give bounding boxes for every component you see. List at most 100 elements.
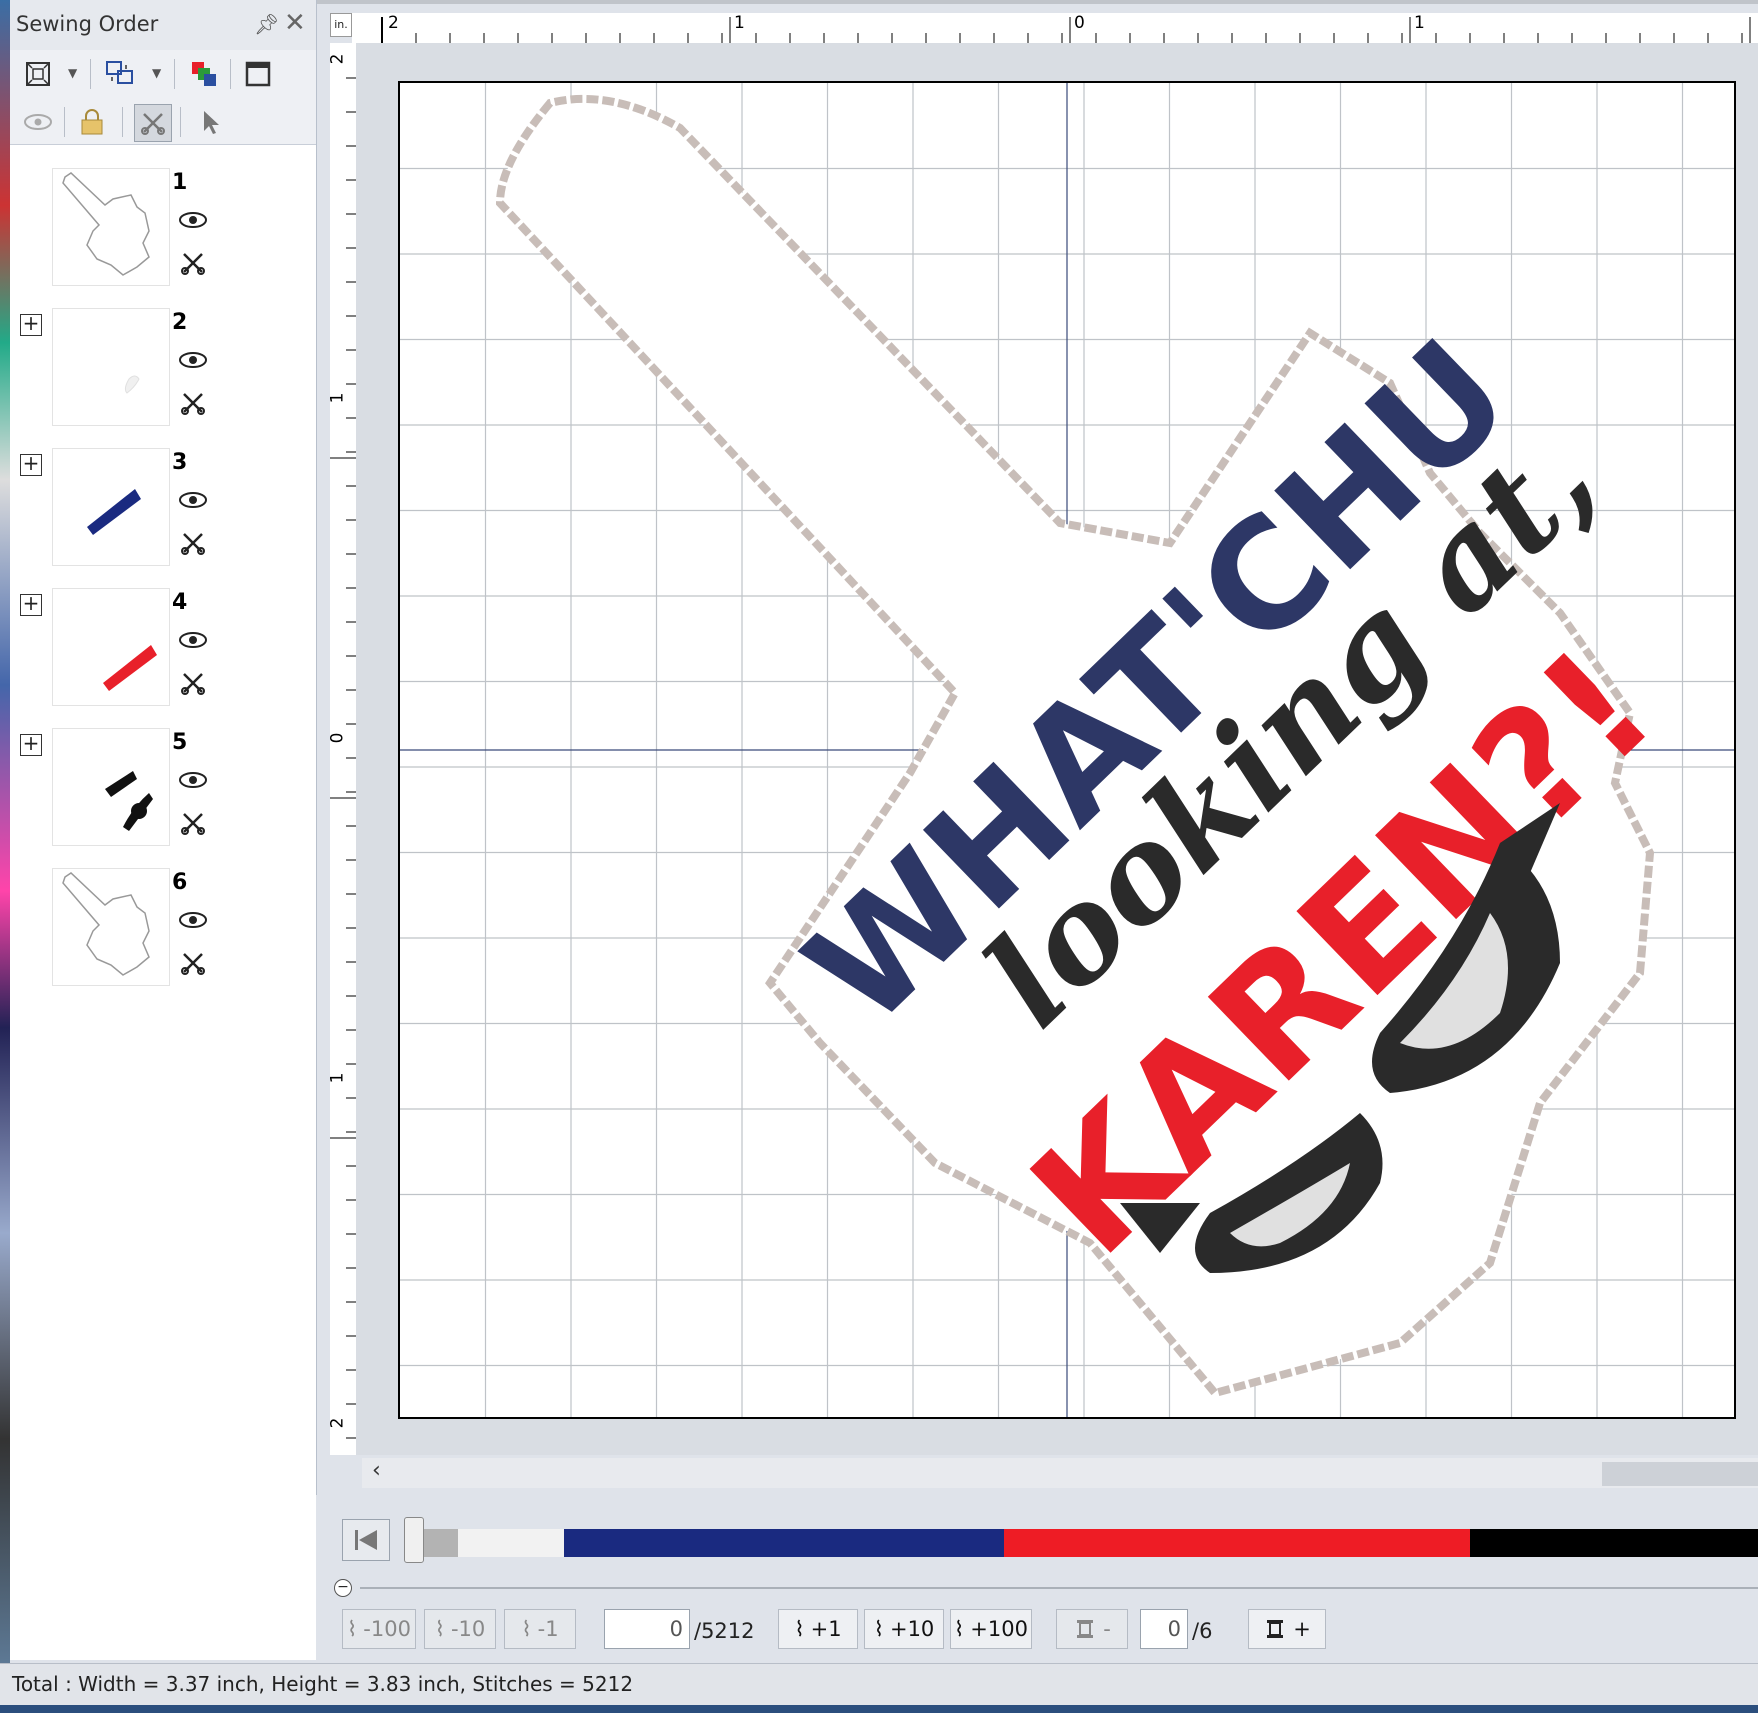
fit-view-icon (26, 62, 50, 86)
desktop-edge (0, 0, 10, 1713)
ruler-label: 2 (327, 1417, 348, 1429)
color-number-input[interactable]: 0 (1140, 1609, 1188, 1649)
group-button[interactable] (102, 56, 138, 92)
taskbar-edge (0, 1705, 1758, 1713)
previous-color-button[interactable]: - (1056, 1609, 1128, 1649)
forward-100-button[interactable]: ⌇ +100 (950, 1609, 1032, 1649)
stitch-number-input[interactable]: 0 (604, 1609, 690, 1649)
stitch-slider-handle[interactable] (404, 1517, 424, 1563)
fit-view-button[interactable] (20, 56, 56, 92)
eye-icon[interactable] (178, 910, 208, 930)
eye-icon[interactable] (178, 630, 208, 650)
scroll-thumb[interactable] (1602, 1462, 1758, 1486)
trim-button[interactable] (134, 104, 172, 142)
group-icon (106, 61, 133, 84)
ruler-top: 2 1 0 1 (352, 13, 1758, 44)
scissors-icon (141, 113, 165, 135)
stitch-total: /5212 (694, 1619, 755, 1643)
eye-icon (24, 114, 52, 130)
sewing-item-2[interactable]: + 2 (10, 300, 316, 440)
ruler-label: 0 (1074, 13, 1085, 33)
spool-icon (1267, 1620, 1284, 1638)
sewing-item-4[interactable]: + 4 (10, 580, 316, 720)
item-thumbnail (52, 448, 170, 566)
ruler-label: 1 (327, 1072, 348, 1084)
needle-icon: ⌇ (954, 1617, 965, 1641)
scissors-icon[interactable] (180, 530, 206, 556)
expand-icon[interactable]: + (20, 313, 42, 336)
panel-title: Sewing Order (16, 12, 159, 36)
back-1-button[interactable]: ⌇ -1 (504, 1609, 576, 1649)
design-preview: WHAT'CHU looking at, KAREN?! (400, 83, 1734, 1417)
status-text: Total : Width = 3.37 inch, Height = 3.83… (12, 1672, 634, 1696)
expand-icon[interactable]: + (20, 593, 42, 616)
hoop-area[interactable]: WHAT'CHU looking at, KAREN?! (398, 81, 1736, 1419)
eye-icon[interactable] (178, 770, 208, 790)
scissors-icon[interactable] (180, 950, 206, 976)
go-to-start-button[interactable] (342, 1519, 390, 1561)
slider-track (360, 1587, 1758, 1589)
thread-color-segment (1470, 1529, 1758, 1557)
ruler-unit: in. (330, 13, 352, 37)
horizontal-scrollbar[interactable]: ‹ (362, 1458, 1758, 1488)
scissors-icon[interactable] (180, 250, 206, 276)
fit-view-dropdown-icon[interactable]: ▼ (68, 66, 77, 80)
expand-icon[interactable]: + (20, 733, 42, 756)
stitch-player: − ⌇ -100 ⌇ -10 ⌇ -1 0 /5212 ⌇ +1 ⌇ +10 ⌇ +100 … (316, 1495, 1758, 1663)
spool-icon (1077, 1620, 1094, 1638)
scissors-icon[interactable] (180, 670, 206, 696)
item-thumbnail (52, 728, 170, 846)
panel-toolbar-1: ▼ ▼ (10, 50, 316, 98)
expand-icon[interactable]: + (20, 453, 42, 476)
panel-header: Sewing Order 📌︎ ✕ (10, 0, 316, 51)
group-dropdown-icon[interactable]: ▼ (152, 66, 161, 80)
sewing-item-3[interactable]: + 3 (10, 440, 316, 580)
forward-1-button[interactable]: ⌇ +1 (778, 1609, 858, 1649)
ruler-label: 1 (734, 13, 745, 33)
scissors-icon[interactable] (180, 390, 206, 416)
next-color-button[interactable]: + (1248, 1609, 1326, 1649)
collapse-icon[interactable]: − (334, 1579, 352, 1597)
thread-color-segment (420, 1529, 458, 1557)
close-icon[interactable]: ✕ (284, 8, 306, 38)
item-thumbnail (52, 868, 170, 986)
frame-icon (245, 61, 271, 87)
item-number: 3 (172, 450, 188, 475)
skip-start-icon (355, 1530, 377, 1550)
color-layers-icon (192, 62, 216, 86)
window-top-edge (316, 0, 1758, 4)
ruler-label: 2 (327, 53, 348, 65)
eye-icon[interactable] (178, 210, 208, 230)
pin-icon[interactable]: 📌︎ (254, 12, 279, 36)
eye-icon[interactable] (178, 490, 208, 510)
frame-button[interactable] (240, 56, 276, 92)
color-sort-button[interactable] (186, 56, 222, 92)
back-100-button[interactable]: ⌇ -100 (342, 1609, 416, 1649)
back-10-button[interactable]: ⌇ -10 (424, 1609, 496, 1649)
forward-10-button[interactable]: ⌇ +10 (864, 1609, 944, 1649)
sewing-item-6[interactable]: 6 (10, 860, 316, 1000)
item-number: 1 (172, 170, 188, 195)
ruler-label: 1 (1414, 13, 1425, 33)
item-thumbnail (52, 308, 170, 426)
pointer-icon (204, 111, 219, 134)
ruler-label: 0 (327, 732, 348, 744)
thread-color-bar[interactable] (420, 1529, 1758, 1557)
sewing-item-5[interactable]: + 5 (10, 720, 316, 860)
ruler-left: 2 1 0 1 2 (327, 43, 357, 1455)
visibility-button[interactable] (20, 104, 56, 140)
scroll-left-icon[interactable]: ‹ (372, 1458, 381, 1483)
color-total: /6 (1192, 1619, 1213, 1643)
thread-color-segment (564, 1529, 1004, 1557)
scissors-icon[interactable] (180, 810, 206, 836)
thread-color-segment (1004, 1529, 1470, 1557)
sewing-item-1[interactable]: 1 (10, 160, 316, 300)
needle-icon: ⌇ (794, 1617, 805, 1641)
lock-button[interactable] (74, 104, 110, 140)
eye-icon[interactable] (178, 350, 208, 370)
status-bar: Total : Width = 3.37 inch, Height = 3.83… (0, 1663, 1758, 1706)
item-number: 6 (172, 870, 188, 895)
ruler-label: 2 (388, 13, 399, 33)
select-button[interactable] (192, 104, 228, 140)
item-number: 5 (172, 730, 188, 755)
